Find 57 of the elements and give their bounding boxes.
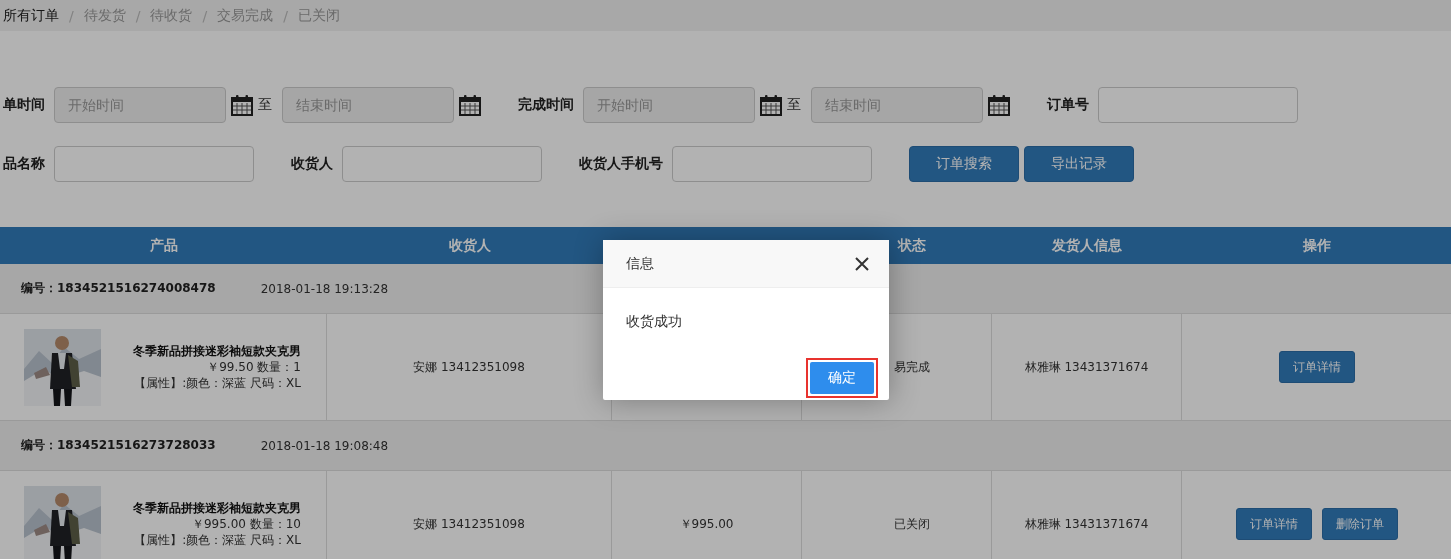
product-attributes: 【属性】:颜色：深蓝 尺码：XL [133,375,301,391]
range-separator: 至 [787,96,801,114]
confirm-button[interactable]: 确定 [810,362,874,394]
product-price: ￥99.50 数量：1 [206,359,301,375]
breadcrumb-link[interactable]: 交易完成 [217,6,274,25]
dialog-message: 收货成功 [625,312,683,331]
separator-slash: / [135,7,141,24]
product-price: ￥995.00 数量：10 [190,516,301,532]
action-button[interactable]: 订单详情 [1235,508,1312,540]
table-cell: 已关闭 [802,471,992,559]
close-icon[interactable] [855,256,869,271]
product-name: 冬季新品拼接迷彩袖短款夹克男 [132,343,301,359]
column-header: 操作 [1302,236,1331,255]
range-separator: 至 [258,96,272,114]
date-field[interactable]: 结束时间 [282,87,454,123]
input-field[interactable] [1098,87,1298,123]
column-header: 发货人信息 [1052,236,1122,255]
column-header: 收货人 [448,236,491,255]
input-field[interactable] [54,146,254,182]
separator-slash: / [283,7,288,24]
separator-slash: / [202,7,208,24]
breadcrumb-link[interactable]: 待收货 [150,6,193,25]
product-name: 冬季新品拼接迷彩袖短款夹克男 [132,500,301,516]
table-cell: 林雅琳 13431371674 [992,471,1182,559]
input-field[interactable] [672,146,872,182]
calendar-icon[interactable] [459,94,481,116]
filter-button[interactable]: 导出记录 [1024,146,1134,182]
field-label: 单时间 [3,96,45,114]
action-button[interactable]: 订单详情 [1278,351,1355,383]
calendar-icon[interactable] [231,94,253,116]
order-number: 编号：1834521516274008478 [21,280,216,297]
breadcrumb-link[interactable]: 待发货 [83,6,126,25]
field-label: 订单号 [1047,96,1089,114]
field-label: 完成时间 [518,96,574,114]
table-cell: 安娜 13412351098 [327,471,612,559]
product-attributes: 【属性】:颜色：深蓝 尺码：XL [133,532,301,548]
order-time: 2018-01-18 19:13:28 [260,281,389,296]
action-button[interactable]: 删除订单 [1321,508,1398,540]
date-field[interactable]: 开始时间 [54,87,226,123]
calendar-icon[interactable] [760,94,782,116]
calendar-icon[interactable] [988,94,1010,116]
breadcrumb-link[interactable]: 所有订单 [3,6,59,25]
input-field[interactable] [342,146,542,182]
field-label: 品名称 [3,155,45,173]
date-field[interactable]: 结束时间 [811,87,983,123]
date-field[interactable]: 开始时间 [583,87,755,123]
order-time: 2018-01-18 19:08:48 [260,438,389,453]
table-cell: ￥995.00 [612,471,802,559]
separator-slash: / [69,7,74,24]
breadcrumb-link[interactable]: 已关闭 [297,6,340,25]
field-label: 收货人 [291,155,333,173]
field-label: 收货人手机号 [579,155,663,173]
dialog-title: 信息 [626,254,654,273]
filter-button[interactable]: 订单搜索 [909,146,1019,182]
column-header: 状态 [898,236,926,255]
column-header: 产品 [149,236,178,255]
order-number: 编号：1834521516273728033 [21,437,216,454]
